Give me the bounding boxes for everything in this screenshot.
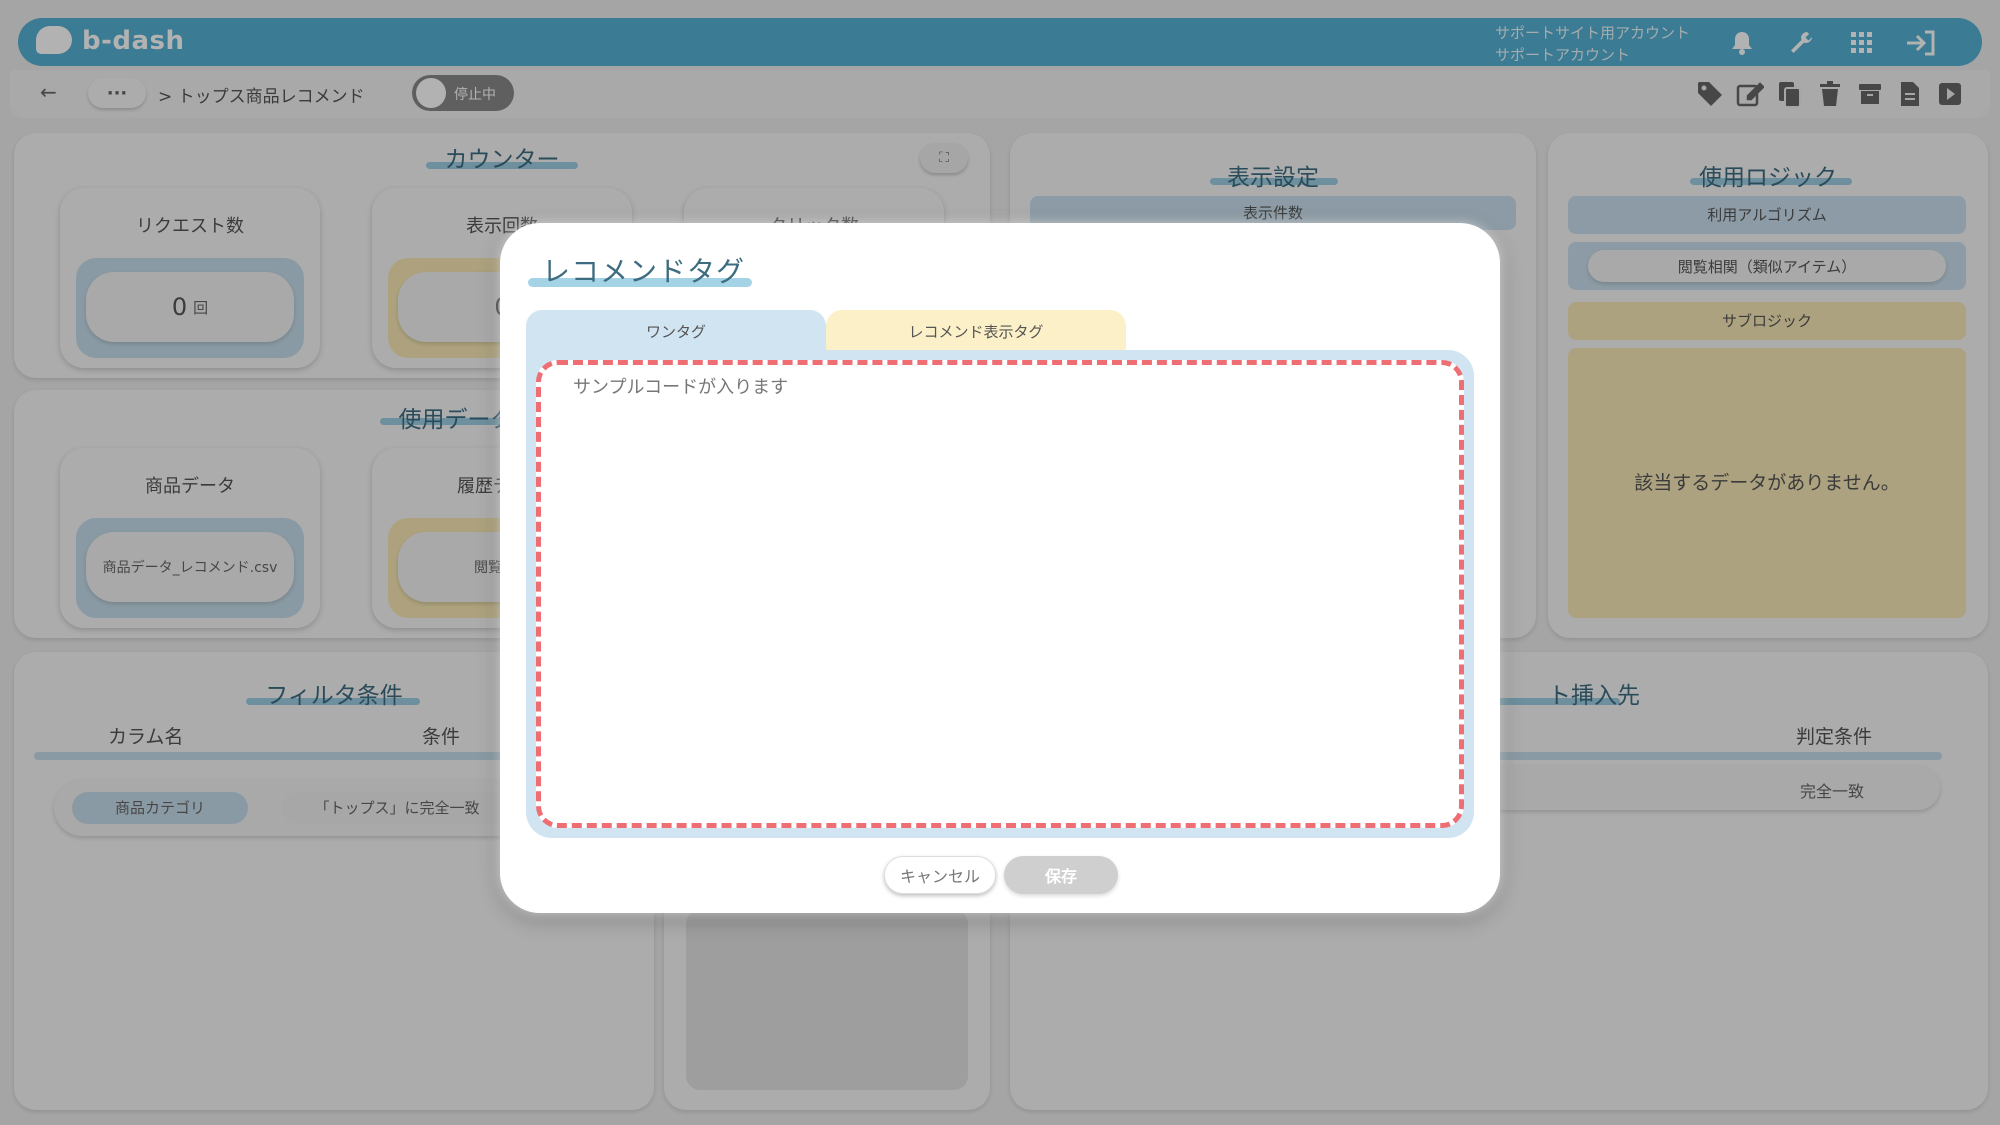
tab-one-tag[interactable]: ワンタグ — [526, 310, 826, 352]
sample-code-placeholder: サンプルコードが入ります — [573, 377, 789, 398]
sample-code-area[interactable] — [536, 360, 1464, 828]
save-button[interactable]: 保存 — [1004, 856, 1118, 894]
cancel-button[interactable]: キャンセル — [884, 856, 996, 894]
modal-title: レコメンドタグ — [542, 255, 746, 288]
tab-recommend-display-tag[interactable]: レコメンド表示タグ — [826, 310, 1126, 352]
